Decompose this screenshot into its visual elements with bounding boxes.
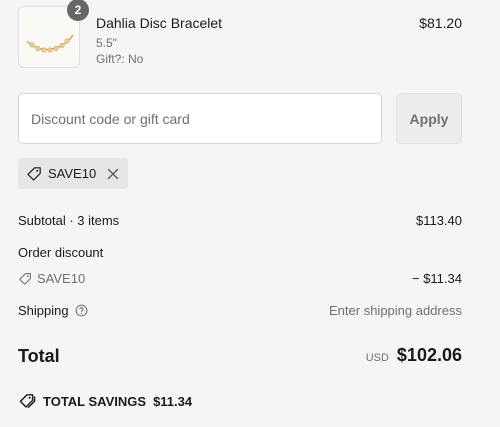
discount-code-input[interactable] (18, 93, 382, 144)
tag-icon (19, 272, 31, 285)
subtotal-value: $113.40 (415, 213, 462, 228)
shipping-value: Enter shipping address (329, 303, 462, 318)
subtotal-label: Subtotal · 3 items (18, 213, 120, 228)
discount-value: − $11.34 (411, 271, 462, 286)
shipping-label: Shipping (18, 303, 69, 318)
order-discount-label: Order discount (18, 245, 104, 260)
total-savings-label: TOTAL SAVINGS (43, 393, 147, 409)
discount-code-tag: SAVE10 (18, 271, 85, 286)
shipping-row: Shipping Enter shipping address (18, 303, 462, 318)
product-gift-option: Gift?: No (96, 52, 144, 66)
product-name: Dahlia Disc Bracelet (96, 15, 223, 31)
quantity-badge: 2 (67, 0, 89, 21)
total-value: $102.06 (396, 345, 462, 365)
product-variant: 5.5" (96, 36, 117, 50)
apply-discount-button[interactable]: Apply (396, 93, 462, 144)
subtotal-row: Subtotal · 3 items $113.40 (18, 213, 462, 228)
applied-discount-code: SAVE10 (48, 166, 97, 181)
close-icon[interactable] (106, 167, 120, 181)
total-savings-value: $11.34 (153, 393, 193, 409)
line-item: 2 Dahlia Disc Bracelet 5.5" Gift?: No $8… (18, 0, 462, 70)
discount-row: SAVE10 − $11.34 (18, 271, 462, 289)
currency-code: USD (365, 352, 389, 364)
total-amount: USD $102.06 (366, 345, 462, 366)
product-price: $81.20 (419, 15, 462, 31)
tag-icon (27, 166, 41, 181)
discount-code-label: SAVE10 (37, 271, 86, 286)
tags-icon (19, 394, 36, 409)
total-savings: TOTAL SAVINGS $11.34 (18, 393, 192, 409)
applied-discount-chip: SAVE10 (18, 158, 128, 189)
help-circle-icon[interactable] (75, 304, 88, 317)
total-label: Total (18, 346, 60, 366)
